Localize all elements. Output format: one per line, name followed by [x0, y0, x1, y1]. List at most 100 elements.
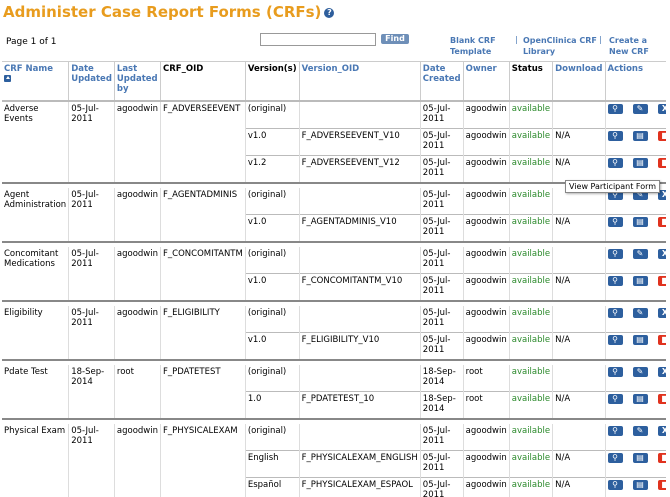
col-last-updated-by[interactable]: Last Updated by [114, 62, 162, 102]
remove-icon[interactable]: X [657, 308, 666, 318]
download-value[interactable] [552, 247, 606, 274]
col-crf-name[interactable]: CRF Name [2, 62, 70, 102]
date-created: 05-Jul-2011 [420, 155, 464, 183]
view-icon[interactable]: ⚲ [607, 426, 623, 436]
view-icon[interactable]: ⚲ [607, 131, 623, 141]
date-created: 18-Sep-2014 [420, 365, 464, 392]
create-new-crf-link[interactable]: Create a New CRF [609, 35, 649, 57]
lock-icon[interactable]: ■ [657, 394, 666, 404]
date-created: 05-Jul-2011 [420, 306, 464, 333]
help-icon[interactable]: ? [324, 7, 335, 18]
view-participant-form-icon[interactable]: ▤ [632, 217, 648, 227]
lock-icon[interactable]: ■ [657, 276, 666, 286]
version-name: (original) [245, 365, 300, 392]
date-updated: 05-Jul-2011 [68, 101, 115, 183]
status-value: available [509, 128, 554, 156]
last-updated-by: agoodwin [114, 424, 162, 497]
download-value[interactable]: N/A [552, 332, 606, 360]
date-updated: 05-Jul-2011 [68, 306, 115, 360]
remove-icon[interactable]: X [657, 367, 666, 377]
owner: agoodwin [463, 214, 510, 242]
download-value[interactable] [552, 101, 606, 129]
date-created: 18-Sep-2014 [420, 391, 464, 419]
edit-icon[interactable]: ✎ [632, 249, 648, 259]
table-row: Pdate Test 18-Sep-2014 root F_PDATETEST (ori… [2, 365, 666, 419]
date-updated: 18-Sep-2014 [68, 365, 115, 419]
download-value[interactable]: N/A [552, 155, 606, 183]
sort-ascending-icon[interactable] [4, 75, 11, 82]
col-owner[interactable]: Owner [463, 62, 510, 102]
version-oid: F_ADVERSEEVENT_V12 [299, 155, 421, 183]
find-button[interactable]: Find [381, 34, 409, 44]
openclinica-crf-library-link[interactable]: OpenClinica CRF Library [523, 35, 597, 57]
table-row: Eligibility 05-Jul-2011 agoodwin F_ELIGIBIL… [2, 306, 666, 360]
tooltip: View Participant Form [565, 180, 661, 193]
lock-icon[interactable]: ■ [657, 158, 666, 168]
crf-oid: F_ADVERSEEVENT [160, 101, 246, 183]
download-value[interactable]: N/A [552, 273, 606, 301]
download-value[interactable]: N/A [552, 128, 606, 156]
view-icon[interactable]: ⚲ [607, 158, 623, 168]
download-value[interactable]: N/A [552, 214, 606, 242]
edit-icon[interactable]: ✎ [632, 426, 648, 436]
view-participant-form-icon[interactable]: ▤ [632, 394, 648, 404]
actions-cell: ⚲✎X↺ [605, 306, 666, 333]
view-participant-form-icon[interactable]: ▤ [632, 453, 648, 463]
download-value[interactable] [552, 306, 606, 333]
col-download[interactable]: Download [552, 62, 606, 102]
edit-icon[interactable]: ✎ [632, 308, 648, 318]
date-created: 05-Jul-2011 [420, 101, 464, 129]
actions-cell: ⚲✎X↺ [605, 365, 666, 392]
lock-icon[interactable]: ■ [657, 335, 666, 345]
lock-icon[interactable]: ■ [657, 480, 666, 490]
remove-icon[interactable]: X [657, 249, 666, 259]
edit-icon[interactable]: ✎ [632, 104, 648, 114]
col-date-created[interactable]: Date Created [420, 62, 464, 102]
view-icon[interactable]: ⚲ [607, 394, 623, 404]
view-icon[interactable]: ⚲ [607, 104, 623, 114]
search-input[interactable] [260, 33, 376, 46]
crf-table: CRF Name Date Updated Last Updated by CR… [2, 62, 666, 497]
actions-cell: ⚲▤■XX [605, 332, 666, 360]
actions-cell: ⚲✎X↺ [605, 424, 666, 451]
view-icon[interactable]: ⚲ [607, 480, 623, 490]
actions-cell: ⚲✎X↺ [605, 101, 666, 129]
view-icon[interactable]: ⚲ [607, 453, 623, 463]
view-icon[interactable]: ⚲ [607, 367, 623, 377]
view-icon[interactable]: ⚲ [607, 335, 623, 345]
status-value: available [509, 450, 554, 478]
date-created: 05-Jul-2011 [420, 214, 464, 242]
blank-crf-template-link[interactable]: Blank CRF Template [450, 35, 496, 57]
col-version-oid[interactable]: Version_OID [299, 62, 421, 102]
download-value[interactable] [552, 365, 606, 392]
view-participant-form-icon[interactable]: ▤ [632, 158, 648, 168]
crf-oid: F_ELIGIBILITY [160, 306, 246, 360]
lock-icon[interactable]: ■ [657, 131, 666, 141]
view-participant-form-icon[interactable]: ▤ [632, 480, 648, 490]
status-value: available [509, 247, 554, 274]
status-value: available [509, 188, 554, 215]
version-name: English [245, 450, 300, 478]
owner: agoodwin [463, 450, 510, 478]
remove-icon[interactable]: X [657, 104, 666, 114]
view-participant-form-icon[interactable]: ▤ [632, 131, 648, 141]
edit-icon[interactable]: ✎ [632, 367, 648, 377]
last-updated-by: agoodwin [114, 247, 162, 301]
download-value[interactable]: N/A [552, 450, 606, 478]
remove-icon[interactable]: X [657, 426, 666, 436]
lock-icon[interactable]: ■ [657, 217, 666, 227]
view-icon[interactable]: ⚲ [607, 308, 623, 318]
view-icon[interactable]: ⚲ [607, 217, 623, 227]
download-value[interactable]: N/A [552, 477, 606, 497]
owner: root [463, 391, 510, 419]
lock-icon[interactable]: ■ [657, 453, 666, 463]
download-value[interactable]: N/A [552, 391, 606, 419]
view-participant-form-icon[interactable]: ▤ [632, 335, 648, 345]
download-value[interactable] [552, 424, 606, 451]
view-icon[interactable]: ⚲ [607, 276, 623, 286]
table-row: Adverse Events 05-Jul-2011 agoodwin F_ADVER… [2, 101, 666, 183]
col-date-updated[interactable]: Date Updated [68, 62, 115, 102]
view-icon[interactable]: ⚲ [607, 249, 623, 259]
view-participant-form-icon[interactable]: ▤ [632, 276, 648, 286]
table-row: Concomitant Medications 05-Jul-2011 agoodw… [2, 247, 666, 301]
